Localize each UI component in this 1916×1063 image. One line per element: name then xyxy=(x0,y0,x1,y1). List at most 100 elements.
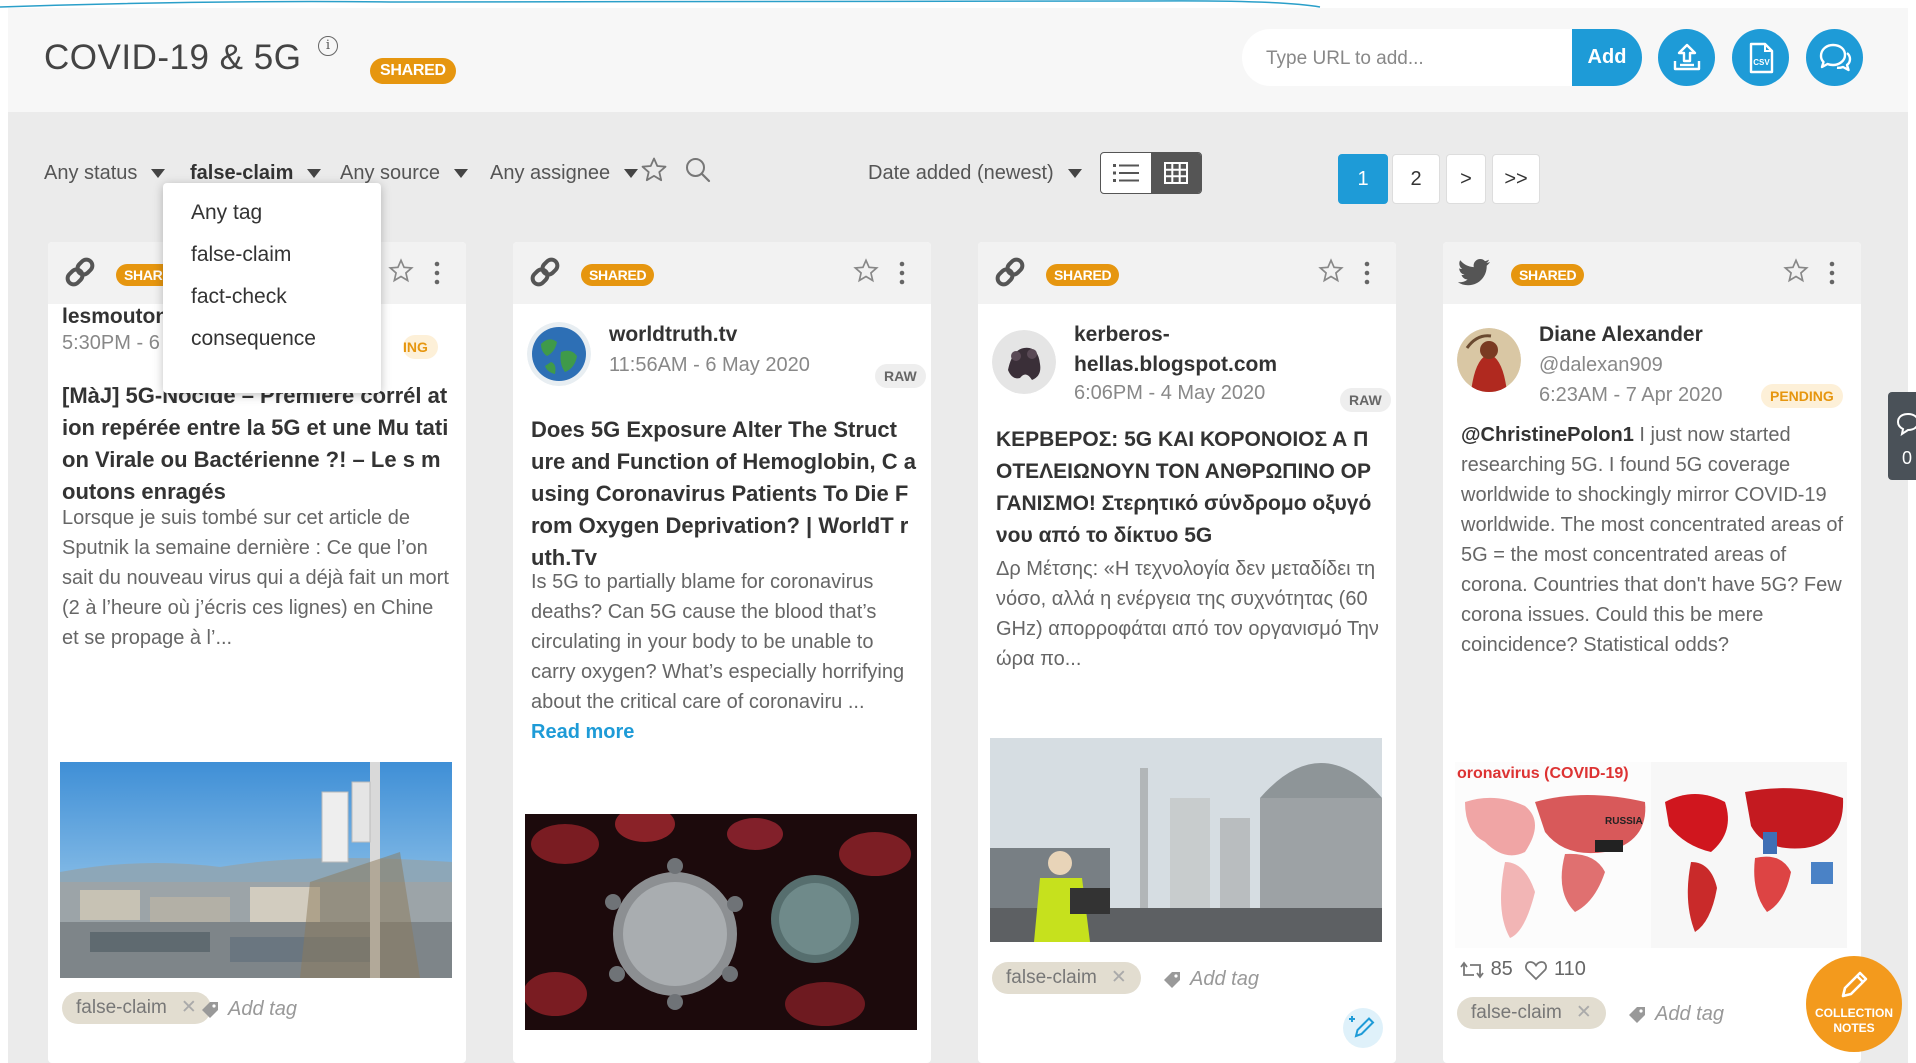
info-icon[interactable]: i xyxy=(318,36,338,56)
card-image-tower[interactable] xyxy=(990,738,1382,942)
retweet-count: 85 xyxy=(1490,958,1513,980)
star-icon[interactable] xyxy=(1783,258,1809,284)
retweet-icon[interactable] xyxy=(1459,960,1485,980)
heart-icon[interactable] xyxy=(1524,959,1548,981)
close-icon[interactable]: ✕ xyxy=(1111,967,1127,988)
card-body-text: Is 5G to partially blame for coronavirus… xyxy=(531,571,905,713)
assignee-filter[interactable]: Any assignee xyxy=(490,162,639,185)
item-card[interactable]: SHARED kerberos-hellas.blogspot.com 6:06… xyxy=(978,242,1396,1063)
star-filter-icon[interactable] xyxy=(640,156,668,184)
url-input-wrapper xyxy=(1242,29,1572,88)
tag-chip[interactable]: false-claim ✕ xyxy=(992,962,1141,994)
mention-link[interactable]: @ChristinePolon1 xyxy=(1461,424,1634,446)
last-page-button[interactable]: >> xyxy=(1492,154,1540,204)
add-note-button[interactable] xyxy=(1343,1008,1383,1048)
item-card[interactable]: SHARED worldtruth.tv 11:56AM - 6 May 202… xyxy=(513,242,931,1063)
twitter-icon xyxy=(1457,259,1490,286)
view-toggle xyxy=(1100,152,1202,194)
add-tag-button[interactable]: Add tag xyxy=(1627,1003,1724,1026)
tag-chip[interactable]: false-claim ✕ xyxy=(1457,997,1606,1029)
chevron-down-icon xyxy=(1067,169,1082,179)
link-icon xyxy=(530,257,560,287)
card-image-virus[interactable] xyxy=(525,814,917,1030)
comment-icon xyxy=(1896,412,1916,437)
shared-badge: SHARED xyxy=(1046,264,1120,286)
page-2-button[interactable]: 2 xyxy=(1392,154,1440,204)
collection-title: COVID-19 & 5G xyxy=(44,38,302,77)
card-title[interactable]: Does 5G Exposure Alter The Struct ure an… xyxy=(531,414,916,574)
star-icon[interactable] xyxy=(388,258,414,284)
tag-option-fact-check[interactable]: fact-check xyxy=(191,285,287,309)
read-more-link[interactable]: Read more xyxy=(531,721,634,743)
card-image-antenna[interactable] xyxy=(60,762,452,978)
tag-option-false-claim[interactable]: false-claim xyxy=(191,243,291,267)
source-filter[interactable]: Any source xyxy=(340,162,469,185)
map-label-russia: RUSSIA xyxy=(1605,816,1643,827)
csv-export-button[interactable]: CSV xyxy=(1732,29,1789,86)
card-author[interactable]: kerberos-hellas.blogspot.com xyxy=(1074,320,1294,380)
card-body-text: I just now started researching 5G. I fou… xyxy=(1461,424,1844,656)
csv-export-icon: CSV xyxy=(1749,42,1773,73)
next-page-button[interactable]: > xyxy=(1446,154,1486,204)
tag-option-consequence[interactable]: consequence xyxy=(191,327,316,351)
shared-badge: SHARED xyxy=(1511,264,1585,286)
card-title[interactable]: [MàJ] 5G-Nocide – Première corrél ation … xyxy=(62,380,452,508)
card-body: Is 5G to partially blame for coronavirus… xyxy=(531,567,916,747)
add-url-button[interactable]: Add xyxy=(1572,29,1642,86)
status-filter[interactable]: Any status xyxy=(44,162,166,185)
chevron-down-icon xyxy=(454,169,469,179)
upload-button[interactable] xyxy=(1658,29,1715,86)
add-tag-button[interactable]: Add tag xyxy=(1162,968,1259,991)
status-badge[interactable]: RAW xyxy=(1340,388,1391,412)
close-icon[interactable]: ✕ xyxy=(1576,1002,1592,1023)
tag-chip-label: false-claim xyxy=(1471,1002,1562,1023)
side-comments-count: 0 xyxy=(1902,448,1913,468)
tag-icon xyxy=(202,1001,218,1018)
collection-header: COVID-19 & 5G i SHARED Add CSV xyxy=(8,8,1908,112)
card-body: Lorsque je suis tombé sur cet article de… xyxy=(62,507,449,649)
card-timestamp: 6:06PM - 4 May 2020 xyxy=(1074,382,1266,404)
chevron-down-icon xyxy=(624,169,639,179)
tag-icon xyxy=(1629,1006,1645,1023)
add-tag-label: Add tag xyxy=(1190,968,1259,990)
card-toolbar: SHARED xyxy=(1443,242,1861,304)
tag-chip-label: false-claim xyxy=(76,997,167,1018)
card-author[interactable]: worldtruth.tv xyxy=(609,320,737,350)
list-view-button[interactable] xyxy=(1101,153,1151,193)
search-icon[interactable] xyxy=(684,156,712,184)
more-menu-icon[interactable] xyxy=(899,260,905,286)
card-title[interactable]: ΚΕΡΒΕΡΟΣ: 5G ΚΑΙ ΚΟΡΟΝΟΙΟΣ Α ΠΟΤΕΛΕΙΩΝΟΥ… xyxy=(996,424,1381,552)
link-icon xyxy=(995,257,1025,287)
star-icon[interactable] xyxy=(853,258,879,284)
tag-filter[interactable]: false-claim xyxy=(190,162,322,185)
card-image-maps[interactable]: oronavirus (COVID-19) RUSSIA xyxy=(1455,762,1847,948)
comments-button[interactable] xyxy=(1806,29,1863,86)
star-icon[interactable] xyxy=(1318,258,1344,284)
card-body: @ChristinePolon1 I just now started rese… xyxy=(1461,420,1851,660)
shared-badge: SHARED xyxy=(581,264,655,286)
status-badge[interactable]: ING xyxy=(403,335,438,359)
item-card[interactable]: SHARED Diane Alexander @dalexan909 6:23A… xyxy=(1443,242,1861,1063)
pencil-icon xyxy=(1841,971,1868,998)
collection-notes-button[interactable]: COLLECTION NOTES xyxy=(1806,956,1902,1052)
like-count: 110 xyxy=(1553,958,1586,980)
tag-option-any[interactable]: Any tag xyxy=(191,201,262,225)
card-author[interactable]: Diane Alexander xyxy=(1539,320,1703,350)
url-input[interactable] xyxy=(1264,29,1568,88)
tag-chip[interactable]: false-claim ✕ xyxy=(62,992,211,1024)
side-comments-tab[interactable]: 0 xyxy=(1888,392,1916,480)
more-menu-icon[interactable] xyxy=(434,260,440,286)
status-badge[interactable]: PENDING xyxy=(1761,384,1843,408)
grid-view-button[interactable] xyxy=(1151,153,1201,193)
more-menu-icon[interactable] xyxy=(1829,260,1835,286)
sort-select[interactable]: Date added (newest) xyxy=(868,162,1082,185)
more-menu-icon[interactable] xyxy=(1364,260,1370,286)
collection-notes-label: COLLECTION NOTES xyxy=(1815,1006,1893,1035)
close-icon[interactable]: ✕ xyxy=(181,997,197,1018)
page-1-button[interactable]: 1 xyxy=(1338,154,1388,204)
add-tag-button[interactable]: Add tag xyxy=(200,998,297,1021)
status-badge[interactable]: RAW xyxy=(875,364,926,388)
tag-filter-label: false-claim xyxy=(190,162,294,184)
comments-icon xyxy=(1819,43,1851,71)
card-handle[interactable]: @dalexan909 xyxy=(1539,354,1663,377)
